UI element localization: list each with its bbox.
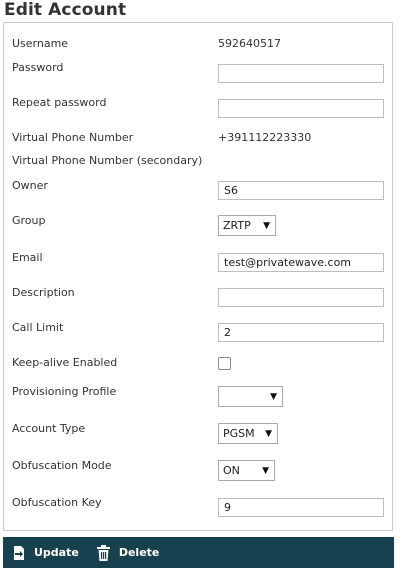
update-button[interactable]: Update	[12, 537, 79, 568]
delete-label: Delete	[118, 546, 160, 559]
description-label: Description	[12, 286, 75, 299]
call-limit-label: Call Limit	[12, 321, 64, 334]
repeat-password-input[interactable]	[218, 99, 384, 118]
chevron-down-icon: ▼	[265, 429, 272, 439]
chevron-down-icon: ▼	[262, 466, 269, 476]
group-label: Group	[12, 214, 46, 227]
virtual-phone-secondary-label: Virtual Phone Number (secondary)	[12, 154, 203, 167]
obfuscation-mode-selected-value: ON	[223, 464, 240, 477]
username-label: Username	[12, 37, 69, 50]
keep-alive-label: Keep-alive Enabled	[12, 356, 118, 369]
keep-alive-checkbox[interactable]	[218, 357, 231, 370]
virtual-phone-secondary-row: Virtual Phone Number (secondary)	[4, 154, 392, 174]
update-icon	[12, 545, 26, 561]
keep-alive-row: Keep-alive Enabled	[4, 356, 392, 376]
account-type-selected-value: PGSM	[223, 427, 255, 440]
email-label: Email	[12, 251, 43, 264]
obfuscation-key-label: Obfuscation Key	[12, 496, 102, 509]
password-input[interactable]	[218, 64, 384, 83]
virtual-phone-label: Virtual Phone Number	[12, 131, 134, 144]
virtual-phone-value: +391112223330	[218, 131, 312, 144]
chevron-down-icon: ▼	[270, 392, 277, 402]
obfuscation-mode-select[interactable]: ON ▼	[218, 460, 275, 481]
delete-button[interactable]: Delete	[96, 537, 160, 568]
update-label: Update	[34, 546, 79, 559]
password-label: Password	[12, 61, 64, 74]
obfuscation-key-input[interactable]	[218, 498, 384, 517]
edit-account-form: Username 592640517 Password Repeat passw…	[3, 22, 393, 531]
page-title: Edit Account	[4, 0, 127, 20]
provisioning-profile-select[interactable]: ▼	[218, 386, 283, 407]
username-row: Username 592640517	[4, 37, 392, 57]
trash-icon	[96, 544, 110, 561]
account-type-row: Account Type	[4, 422, 392, 442]
provisioning-profile-label: Provisioning Profile	[12, 385, 117, 398]
virtual-phone-row: Virtual Phone Number +391112223330	[4, 131, 392, 151]
call-limit-input[interactable]	[218, 323, 384, 342]
username-value: 592640517	[218, 37, 281, 50]
group-select[interactable]: ZRTP ▼	[218, 215, 276, 236]
owner-label: Owner	[12, 179, 48, 192]
account-type-label: Account Type	[12, 422, 86, 435]
owner-input[interactable]	[218, 181, 384, 200]
repeat-password-label: Repeat password	[12, 96, 107, 109]
group-row: Group	[4, 214, 392, 234]
email-input[interactable]	[218, 253, 384, 272]
obfuscation-mode-row: Obfuscation Mode	[4, 459, 392, 479]
action-bar: Update Delete	[3, 537, 394, 568]
description-input[interactable]	[218, 288, 384, 307]
provisioning-profile-row: Provisioning Profile	[4, 385, 392, 405]
account-type-select[interactable]: PGSM ▼	[218, 423, 278, 444]
obfuscation-mode-label: Obfuscation Mode	[12, 459, 112, 472]
group-selected-value: ZRTP	[223, 219, 251, 232]
chevron-down-icon: ▼	[263, 221, 270, 231]
